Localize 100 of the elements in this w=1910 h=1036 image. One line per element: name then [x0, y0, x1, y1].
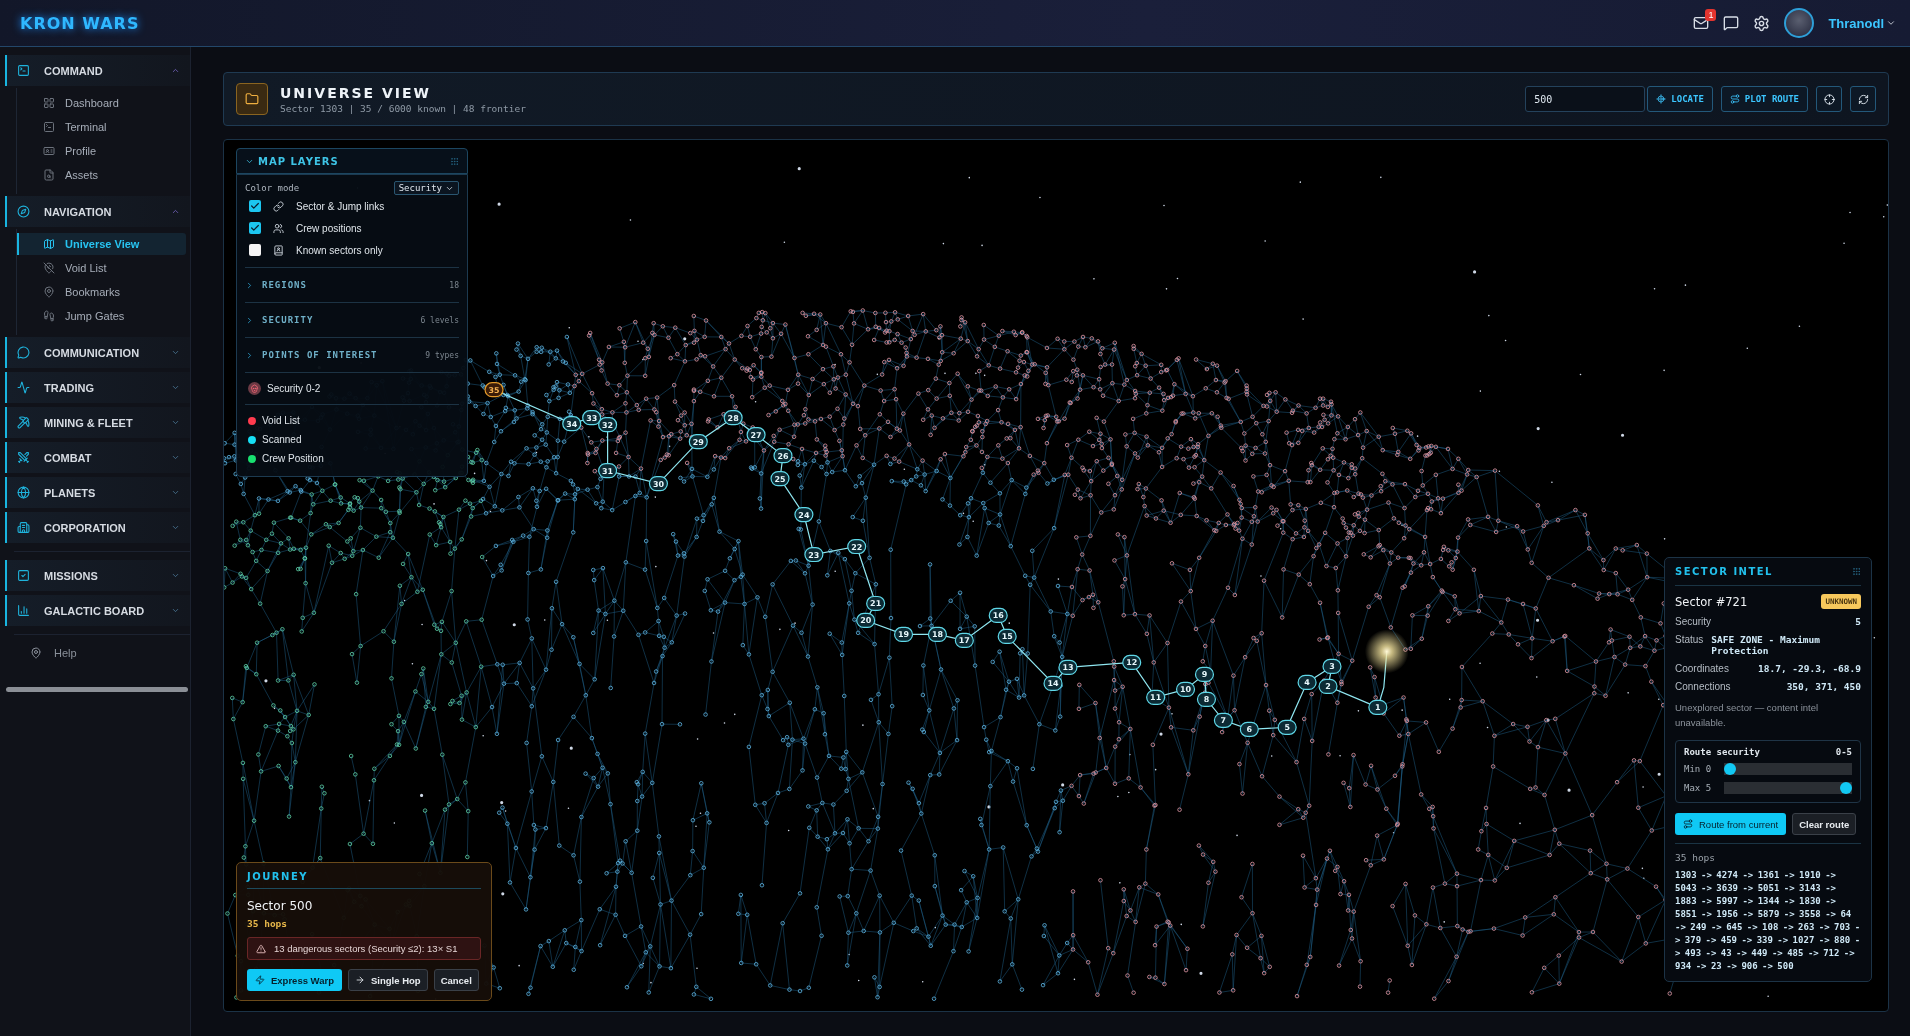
route-node[interactable]: 6	[1239, 721, 1259, 737]
slider-thumb[interactable]	[1724, 762, 1736, 775]
panel-header[interactable]: MAP LAYERS	[236, 148, 468, 174]
slider-thumb[interactable]	[1840, 781, 1852, 794]
sidebar-item[interactable]: Terminal	[17, 116, 186, 138]
route-node[interactable]: 34	[562, 416, 582, 432]
item-icon	[43, 145, 55, 157]
route-from-current-button[interactable]: Route from current	[1675, 813, 1787, 835]
route-icon	[1729, 94, 1740, 104]
layer-group[interactable]: SECURITY 6 levels	[245, 309, 459, 331]
sidebar-section[interactable]: GALACTIC BOARD	[5, 595, 190, 626]
route-node[interactable]: 3	[1322, 658, 1342, 674]
section-label: PLANETS	[44, 486, 97, 499]
route-node[interactable]: 35	[484, 382, 504, 398]
user-name[interactable]: Thranodl	[1828, 15, 1884, 31]
route-node[interactable]: 31	[598, 463, 618, 479]
cancel-button[interactable]: Cancel	[433, 969, 479, 991]
single-hop-button[interactable]: Single Hop	[348, 969, 428, 991]
caret-icon[interactable]	[1886, 18, 1896, 28]
route-node[interactable]: 29	[688, 434, 708, 450]
slider-track[interactable]	[1724, 762, 1852, 775]
checkbox[interactable]	[249, 244, 261, 256]
route-node[interactable]: 18	[927, 626, 947, 642]
refresh-button[interactable]	[1850, 86, 1876, 112]
help-link[interactable]: Help	[0, 641, 190, 665]
page-title: UNIVERSE VIEW	[280, 84, 433, 101]
destination-sector: Sector 500	[247, 899, 314, 913]
route-node[interactable]: 16	[988, 607, 1008, 624]
item-icon	[43, 121, 55, 133]
sidebar-item[interactable]: Profile	[17, 140, 186, 162]
route-node[interactable]: 26	[773, 448, 793, 464]
chat-icon[interactable]	[1723, 15, 1740, 31]
sidebar-section[interactable]: COMMUNICATION	[5, 337, 190, 368]
route-node[interactable]: 11	[1146, 689, 1166, 705]
sidebar-item[interactable]: Dashboard	[17, 92, 186, 114]
sidebar-section[interactable]: PLANETS	[5, 477, 190, 508]
route-node[interactable]: 28	[723, 410, 743, 426]
route-node[interactable]: 20	[856, 612, 876, 629]
center-button[interactable]	[1816, 86, 1842, 112]
sidebar-section[interactable]: MISSIONS	[5, 560, 190, 591]
route-node[interactable]: 32	[598, 417, 618, 433]
field-value: 18.7, -29.3, -68.9	[1757, 663, 1861, 674]
warning-icon	[256, 943, 266, 954]
layer-group[interactable]: REGIONS 18	[245, 274, 459, 296]
slider-track[interactable]	[1724, 781, 1852, 794]
clear-route-button[interactable]: Clear route	[1792, 813, 1857, 835]
locate-button[interactable]: LOCATE	[1647, 86, 1713, 112]
route-node[interactable]: 21	[866, 595, 886, 612]
sidebar-item[interactable]: Void List	[17, 257, 186, 279]
sidebar-section[interactable]: MINING & FLEET	[5, 407, 190, 438]
field-value: 5	[1854, 616, 1861, 627]
route-node[interactable]: 33	[582, 410, 602, 426]
sidebar-item[interactable]: Bookmarks	[17, 281, 186, 303]
user-avatar[interactable]	[1784, 8, 1815, 38]
checkbox-label: Sector & Jump links	[296, 200, 385, 212]
express-warp-button[interactable]: Express Warp	[247, 969, 342, 991]
plot-route-button[interactable]: PLOT ROUTE	[1720, 86, 1808, 112]
settings-icon[interactable]	[1753, 14, 1771, 32]
route-node[interactable]: 9	[1194, 666, 1215, 682]
route-node[interactable]: 15	[997, 628, 1017, 644]
checkbox[interactable]	[249, 200, 261, 212]
checkbox[interactable]	[249, 222, 261, 234]
route-node[interactable]: 5	[1277, 719, 1297, 735]
sidebar-item[interactable]: Assets	[17, 164, 186, 186]
route-node[interactable]: 24	[794, 506, 814, 523]
item-icon	[43, 286, 55, 298]
route-node[interactable]: 10	[1175, 681, 1196, 697]
route-node[interactable]: 1	[1368, 699, 1388, 715]
route-node[interactable]: 2	[1318, 678, 1338, 694]
route-node[interactable]: 14	[1043, 675, 1063, 691]
sidebar-section[interactable]: TRADING	[5, 372, 190, 403]
sidebar-section[interactable]: COMBAT	[5, 442, 190, 473]
sidebar-section[interactable]: COMMAND	[5, 55, 190, 86]
layer-group[interactable]: POINTS OF INTEREST 9 types	[245, 344, 459, 366]
sidebar-item[interactable]: Jump Gates	[17, 305, 186, 327]
section-icon	[17, 346, 30, 359]
sidebar-section[interactable]: CORPORATION	[5, 512, 190, 543]
sidebar-section[interactable]: NAVIGATION	[5, 196, 190, 227]
section-icon	[17, 569, 30, 582]
route-node[interactable]: 12	[1122, 654, 1142, 670]
route-node[interactable]: 23	[804, 546, 824, 563]
drag-handle-icon[interactable]	[1852, 567, 1861, 576]
route-node[interactable]: 13	[1058, 659, 1078, 675]
route-node[interactable]: 19	[894, 626, 914, 642]
drag-handle-icon[interactable]	[450, 156, 459, 166]
color-mode-select[interactable]: Security	[393, 181, 459, 195]
route-node[interactable]: 30	[648, 476, 668, 492]
route-node[interactable]: 22	[847, 538, 867, 555]
route-node[interactable]: 7	[1213, 712, 1233, 728]
route-node[interactable]: 4	[1297, 674, 1317, 690]
legend-label: Void List	[262, 415, 300, 426]
section-label: TRADING	[44, 381, 96, 394]
color-mode-label: Color mode	[245, 183, 301, 193]
sidebar-item[interactable]: Universe View	[17, 233, 186, 255]
caret-icon	[171, 523, 180, 532]
search-field[interactable]: 500	[1525, 86, 1646, 112]
route-node[interactable]: 8	[1196, 691, 1217, 707]
route-node[interactable]: 17	[954, 632, 974, 648]
route-node[interactable]: 27	[746, 427, 766, 443]
route-node[interactable]: 25	[770, 471, 790, 487]
